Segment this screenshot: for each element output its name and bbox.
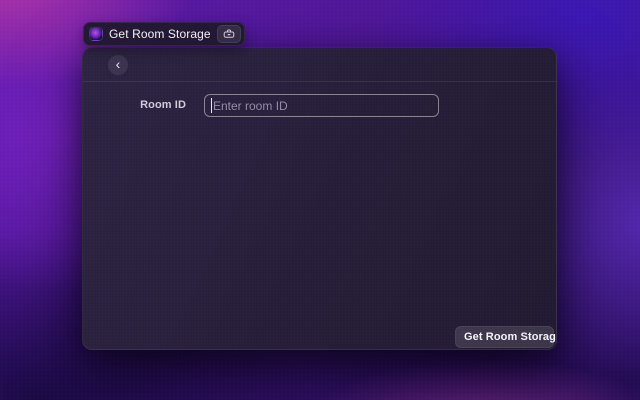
- command-title: Get Room Storage: [109, 27, 211, 41]
- room-id-input[interactable]: [204, 94, 439, 117]
- app-window: ‹ Room ID Get Room Storage >_: [82, 47, 557, 350]
- room-id-label: Room ID: [83, 99, 186, 111]
- text-caret: [211, 98, 212, 113]
- back-button[interactable]: ‹: [108, 55, 128, 75]
- window-header: ‹: [83, 48, 556, 81]
- get-room-storage-button[interactable]: Get Room Storage >_: [455, 326, 554, 348]
- storage-drive-icon: [223, 29, 235, 39]
- get-room-storage-button-label: Get Room Storage: [456, 331, 557, 343]
- app-icon: [89, 27, 103, 41]
- header-divider: [83, 81, 556, 82]
- back-chevron-icon: ‹: [116, 57, 121, 71]
- command-chip[interactable]: Get Room Storage: [83, 22, 245, 46]
- storage-drive-button[interactable]: [217, 25, 241, 43]
- desktop-wallpaper: Get Room Storage ‹ Room ID Get Room Stor…: [0, 0, 640, 400]
